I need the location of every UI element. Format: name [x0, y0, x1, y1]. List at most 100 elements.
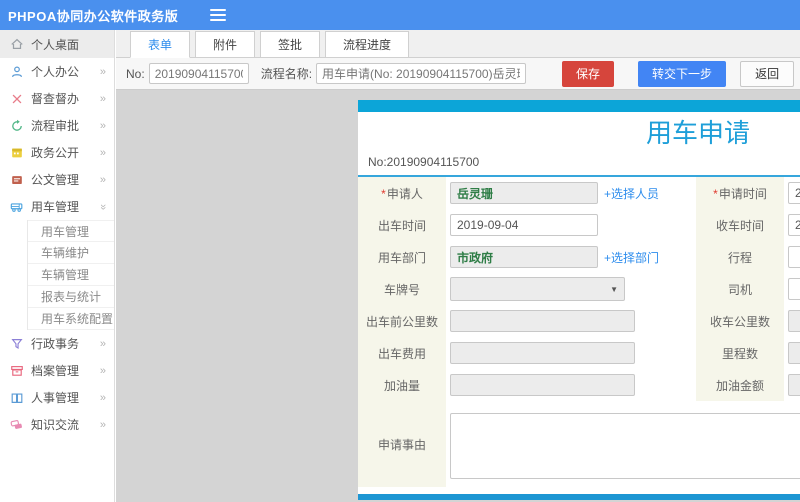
- select-department-link[interactable]: +选择部门: [604, 251, 659, 265]
- book-icon: [11, 392, 23, 403]
- save-button[interactable]: 保存: [562, 60, 615, 87]
- app-title: PHPOA协同办公软件政务版: [8, 8, 179, 24]
- tab-attachments[interactable]: 附件: [195, 31, 256, 58]
- form-title: 用车申请: [645, 118, 750, 148]
- panel-header-bar: [358, 100, 800, 112]
- no-input[interactable]: [148, 63, 249, 84]
- field-label: 行程: [727, 250, 752, 265]
- content-area: 表单 附件 签批 流程进度 No: 流程名称: 保存 转交下一步 返回 用车申请…: [116, 30, 800, 502]
- home-icon: [11, 38, 23, 49]
- form-row-department: 用车部门 +选择部门 行程: [358, 241, 800, 273]
- sidebar-item-supervision[interactable]: 督查督办 »: [0, 85, 114, 112]
- sidebar-item-knowledge-exchange[interactable]: 知识交流 »: [0, 411, 114, 438]
- tab-workflow-progress[interactable]: 流程进度: [325, 31, 410, 58]
- trip-cost-input[interactable]: [450, 342, 635, 364]
- sidebar-item-vehicle-management[interactable]: 用车管理 »: [0, 193, 114, 220]
- km-before-input[interactable]: [450, 310, 635, 332]
- back-button[interactable]: 返回: [740, 60, 795, 87]
- required-mark: *: [381, 186, 386, 201]
- fuel-amount-input[interactable]: [450, 374, 635, 396]
- submenu-item-vehicle-admin[interactable]: 车辆管理: [28, 264, 114, 286]
- forward-next-step-button[interactable]: 转交下一步: [638, 60, 727, 87]
- sidebar-item-gov-disclosure[interactable]: 政务公开 »: [0, 139, 114, 166]
- fuel-cost-input[interactable]: [788, 374, 800, 396]
- field-label: 用车部门: [377, 250, 426, 265]
- tab-bar: 表单 附件 签批 流程进度: [116, 30, 800, 58]
- field-label: 车牌号: [383, 282, 420, 297]
- itinerary-input[interactable]: [788, 246, 800, 268]
- chevron-right-icon: »: [99, 418, 106, 431]
- tab-form[interactable]: 表单: [130, 31, 191, 58]
- field-label: 申请事由: [377, 437, 426, 452]
- plate-number-select[interactable]: ▼: [450, 277, 625, 301]
- sidebar-item-label: 流程审批: [31, 119, 80, 133]
- form-row-fuel: 加油量 加油金额: [358, 369, 800, 401]
- sidebar-item-workflow-approval[interactable]: 流程审批 »: [0, 112, 114, 139]
- field-label: 出车时间: [377, 218, 426, 233]
- tab-signoff[interactable]: 签批: [260, 31, 321, 58]
- form-no-text: No:20190904115700: [368, 155, 480, 169]
- chevron-right-icon: »: [99, 92, 106, 105]
- submenu-item-reports-stats[interactable]: 报表与统计: [28, 286, 114, 308]
- chevron-right-icon: »: [99, 65, 106, 78]
- field-label: 出车前公里数: [365, 314, 438, 329]
- submenu-item-vehicle-maintenance[interactable]: 车辆维护: [28, 242, 114, 264]
- user-icon: [12, 65, 22, 77]
- applicant-input[interactable]: [450, 182, 598, 204]
- sidebar-item-hr[interactable]: 人事管理 »: [0, 384, 114, 411]
- sidebar-item-label: 公文管理: [31, 173, 80, 187]
- chevron-right-icon: »: [99, 119, 106, 132]
- sidebar-item-label: 行政事务: [31, 337, 80, 351]
- field-label: 加油金额: [715, 378, 764, 393]
- field-label: 加油量: [383, 378, 420, 393]
- sidebar-item-archives[interactable]: 档案管理 »: [0, 357, 114, 384]
- field-label: 收车时间: [715, 218, 764, 233]
- toolbar: No: 流程名称: 保存 转交下一步 返回: [116, 58, 800, 90]
- submenu-item-vehicle-system-config[interactable]: 用车系统配置: [28, 308, 114, 330]
- form-row-reason: 申请事由: [358, 401, 800, 487]
- select-person-link[interactable]: +选择人员: [604, 187, 659, 201]
- sidebar: 个人桌面 个人办公 » 督查督办 » 流程审批 » 政务公开 » 公文管理 » …: [0, 30, 115, 502]
- form-table: *申请人 +选择人员 *申请时间 出车时间 收车时间 用车部门 +选择部门 行程: [358, 177, 800, 487]
- form-row-km-before: 出车前公里数 收车公里数: [358, 305, 800, 337]
- chevron-right-icon: »: [99, 391, 106, 404]
- calendar-icon: [12, 148, 22, 157]
- panel-footer-bar: [358, 494, 800, 500]
- vehicle-request-form-panel: 用车申请 No:20190904115700 *申请人 +选择人员 *申请时间 …: [358, 100, 800, 500]
- sidebar-item-label: 人事管理: [31, 391, 80, 405]
- archive-icon: [11, 365, 23, 376]
- km-return-input[interactable]: [788, 310, 800, 332]
- chevron-right-icon: »: [99, 337, 106, 350]
- main-area: 用车申请 No:20190904115700 *申请人 +选择人员 *申请时间 …: [116, 90, 800, 502]
- field-label: 里程数: [721, 346, 758, 361]
- form-row-trip-cost: 出车费用 里程数: [358, 337, 800, 369]
- dropdown-arrow-icon: ▼: [610, 284, 618, 294]
- depart-time-input[interactable]: [450, 214, 598, 236]
- mileage-input[interactable]: [788, 342, 800, 364]
- flow-name-input[interactable]: [316, 63, 527, 84]
- sidebar-item-official-docs[interactable]: 公文管理 »: [0, 166, 114, 193]
- driver-input[interactable]: [788, 278, 800, 300]
- field-label: 出车费用: [377, 346, 426, 361]
- sidebar-item-label: 个人办公: [31, 65, 80, 79]
- sidebar-item-label: 档案管理: [31, 364, 80, 378]
- department-input[interactable]: [450, 246, 598, 268]
- sidebar-item-personal-office[interactable]: 个人办公 »: [0, 58, 114, 85]
- sidebar-item-label: 政务公开: [31, 146, 80, 160]
- no-label: No:: [126, 66, 145, 81]
- sidebar-item-label: 督查督办: [31, 92, 80, 106]
- chevron-right-icon: »: [99, 173, 106, 186]
- sidebar-item-admin-affairs[interactable]: 行政事务 »: [0, 330, 114, 357]
- submenu-item-vehicle-usage[interactable]: 用车管理: [28, 220, 114, 242]
- sidebar-item-personal-desktop[interactable]: 个人桌面: [0, 30, 114, 58]
- return-time-input[interactable]: [788, 214, 800, 236]
- form-row-applicant: *申请人 +选择人员 *申请时间: [358, 177, 800, 209]
- field-label: 申请时间: [718, 186, 767, 201]
- sidebar-item-label: 个人桌面: [31, 37, 80, 52]
- menu-icon[interactable]: [210, 6, 227, 24]
- refresh-icon: [12, 119, 22, 131]
- reason-textarea[interactable]: [450, 412, 800, 479]
- apply-time-input[interactable]: [788, 182, 800, 204]
- bus-icon: [10, 202, 23, 212]
- field-label: 司机: [727, 282, 752, 297]
